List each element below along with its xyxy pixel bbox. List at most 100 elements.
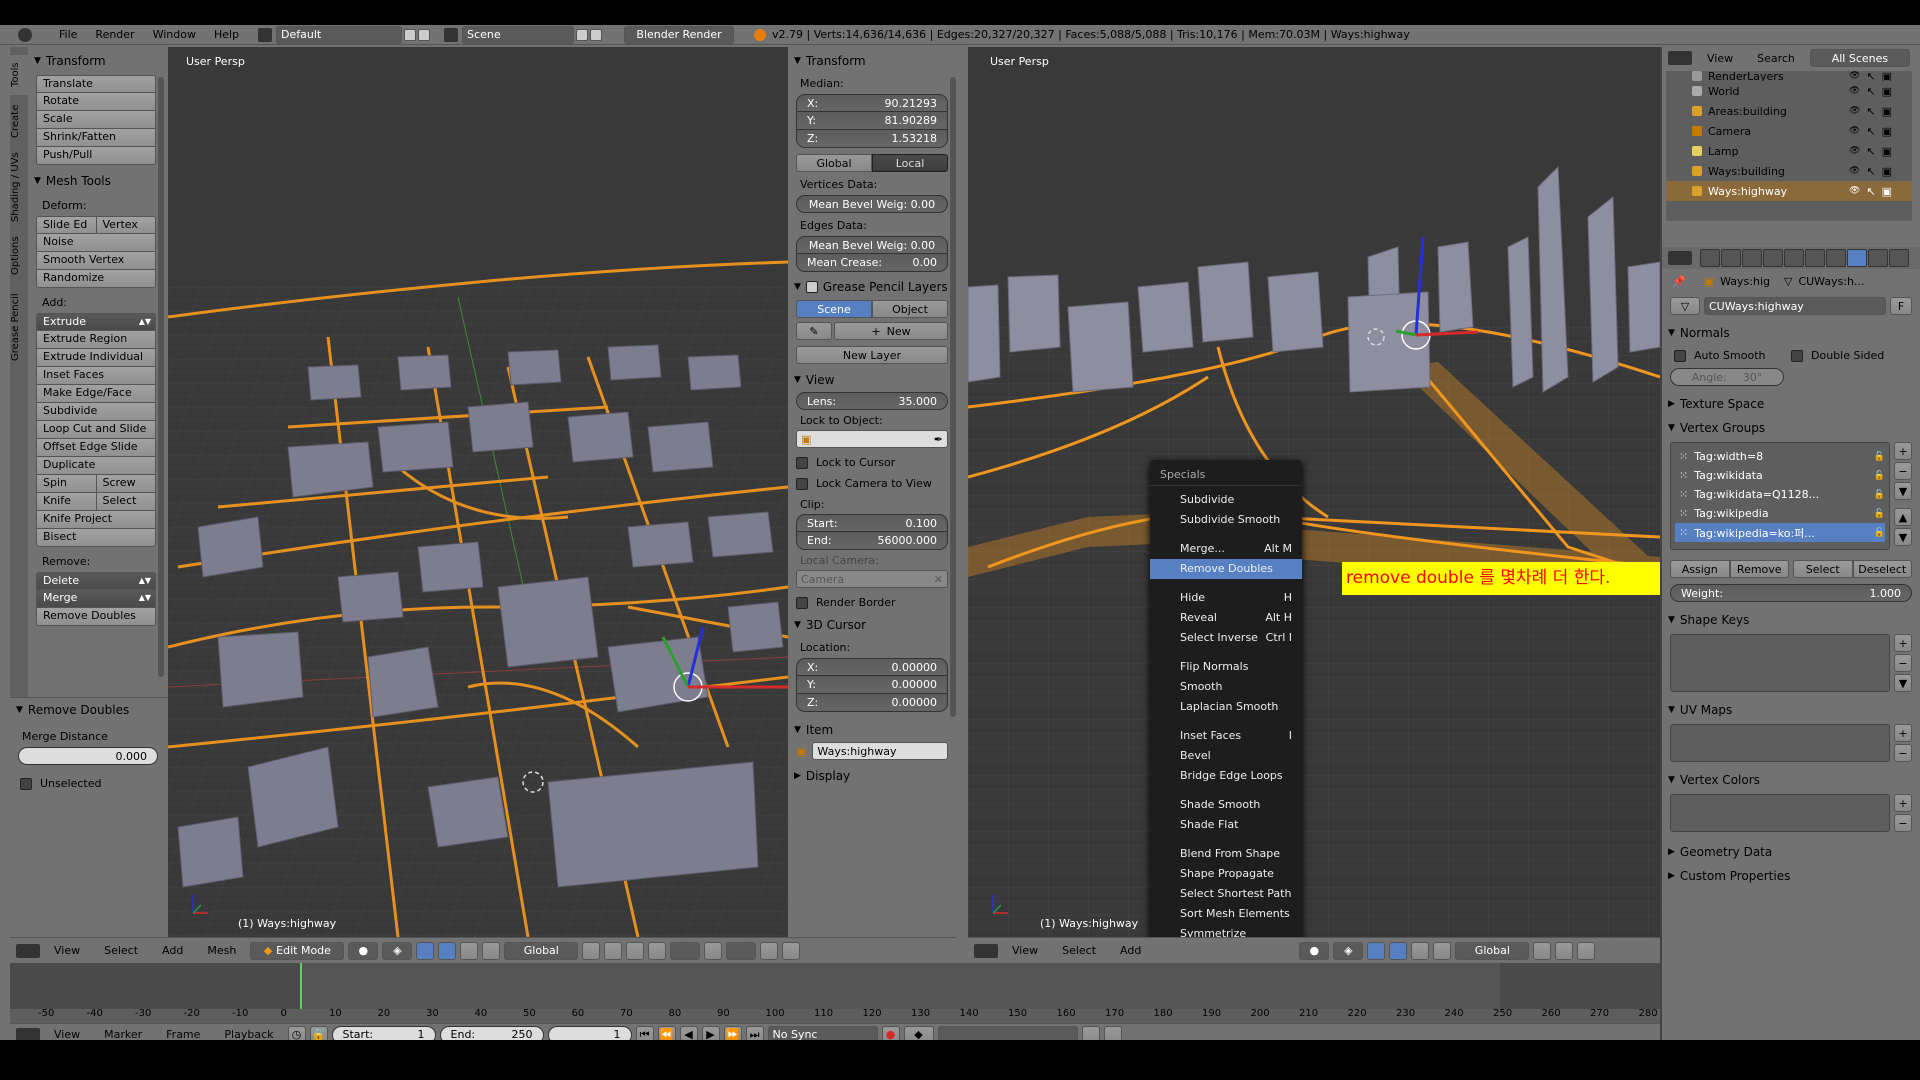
visibility-eye-icon[interactable]: 👁 (1849, 186, 1860, 196)
selectable-cursor-icon[interactable]: ↖ (1866, 125, 1875, 138)
gp-scene-toggle[interactable]: Scene (796, 300, 872, 318)
gp-object-toggle[interactable]: Object (872, 300, 948, 318)
viewport-right[interactable]: User Persp (1) Ways:highway remove doubl… (968, 47, 1660, 937)
renderable-camera-icon[interactable]: ▣ (1882, 105, 1892, 118)
face-select-mode[interactable] (1577, 941, 1596, 960)
menu-item-reveal[interactable]: Reveal Alt H (1150, 608, 1302, 628)
play-button[interactable]: ▶ (701, 1025, 720, 1040)
menu-item-hide[interactable]: Hide H (1150, 588, 1302, 608)
shape-key-specials-button[interactable]: ▼ (1894, 674, 1912, 692)
vertex-groups-list[interactable]: ⁙ Tag:width=8 🔓 ⁙ Tag:wikidata 🔓 ⁙ Tag:wikidata… (1670, 442, 1890, 550)
menu-item-select-shortest-path[interactable]: Select Shortest Path (1150, 884, 1302, 904)
jump-end-button[interactable]: ⏭ (745, 1025, 764, 1040)
assign-button[interactable]: Assign (1670, 560, 1730, 578)
insert-keyframe-button[interactable] (1081, 1025, 1100, 1040)
outliner-item[interactable]: Areas:building 👁 ↖ ▣ (1666, 101, 1912, 121)
make-edge-face-button[interactable]: Make Edge/Face (36, 385, 156, 403)
timeline[interactable]: -50 -40 -30 -20 -10 0 10 20 30 40 50 60 70 80 90 100 110… (10, 963, 1660, 1023)
bisect-button[interactable]: Bisect (36, 529, 156, 547)
median-y-field[interactable]: Y: 81.90289 (796, 112, 948, 130)
slide-edge-button[interactable]: Slide Ed (36, 216, 97, 234)
eyedropper-icon[interactable]: ✒ (934, 433, 943, 446)
extrude-dropdown[interactable]: Extrude ▲▼ (36, 313, 156, 331)
jump-start-button[interactable]: ⏮ (635, 1025, 654, 1040)
render-layers-tab-icon[interactable] (1721, 249, 1741, 267)
menu-item-select-inverse[interactable]: Select Inverse Ctrl I (1150, 628, 1302, 648)
orientation-selector[interactable]: Global (1455, 941, 1530, 960)
lock-to-cursor-checkbox[interactable]: Lock to Cursor (796, 456, 948, 469)
tab-create[interactable]: Create (10, 99, 28, 143)
outliner-editor-icon[interactable] (1668, 51, 1692, 65)
selectable-cursor-icon[interactable]: ↖ (1866, 85, 1875, 98)
current-frame-field[interactable]: 1 (547, 1025, 632, 1040)
menu-item-shape-propagate[interactable]: Shape Propagate (1150, 864, 1302, 884)
preview-range-toggle[interactable]: ◷ (287, 1025, 306, 1040)
scale-button[interactable]: Scale (36, 111, 156, 129)
lock-icon[interactable]: 🔓 (1874, 528, 1885, 538)
lock-frame-toggle[interactable]: 🔒 (309, 1025, 328, 1040)
selectable-cursor-icon[interactable]: ↖ (1866, 105, 1875, 118)
vertex-group-specials-button[interactable]: ▼ (1894, 482, 1912, 500)
double-sided-checkbox[interactable]: Double Sided (1791, 349, 1908, 362)
pin-icon[interactable]: 📌 (1672, 275, 1686, 288)
rotate-button[interactable]: Rotate (36, 93, 156, 111)
end-frame-field[interactable]: End: 250 (439, 1025, 544, 1040)
manipulator-toggle[interactable] (416, 941, 435, 960)
lock-icon[interactable]: 🔓 (1874, 490, 1885, 500)
screw-button[interactable]: Screw (96, 475, 156, 493)
breadcrumb-data[interactable]: CUWays:h... (1798, 275, 1864, 288)
visibility-eye-icon[interactable]: 👁 (1849, 106, 1860, 116)
vertex-group-item[interactable]: ⁙ Tag:width=8 🔓 (1675, 447, 1885, 466)
view-panel-header[interactable]: View (788, 370, 956, 390)
menu-item-bridge-edge-loops[interactable]: Bridge Edge Loops (1150, 766, 1302, 786)
close-icon[interactable]: ✕ (934, 573, 943, 586)
keying-mode-selector[interactable]: ◆ (903, 1025, 934, 1040)
item-panel-header[interactable]: Item (788, 720, 956, 740)
sync-mode-selector[interactable]: No Sync (767, 1025, 878, 1040)
duplicate-button[interactable]: Duplicate (36, 457, 156, 475)
manipulator-toggle[interactable] (1367, 941, 1386, 960)
add-vertex-group-button[interactable]: + (1894, 442, 1912, 460)
renderable-camera-icon[interactable]: ▣ (1882, 125, 1892, 138)
object-tab-icon[interactable] (1784, 249, 1804, 267)
start-frame-field[interactable]: Start: 1 (331, 1025, 436, 1040)
occlude-geometry-toggle[interactable] (648, 941, 667, 960)
renderable-camera-icon[interactable]: ▣ (1882, 145, 1892, 158)
unselected-checkbox[interactable]: Unselected (10, 765, 168, 790)
render-preview-button[interactable] (760, 941, 779, 960)
translate-manipulator[interactable] (1389, 941, 1408, 960)
texture-space-panel-header[interactable]: Texture Space (1662, 394, 1920, 414)
remove-vertex-color-button[interactable]: − (1894, 814, 1912, 832)
vertex-groups-panel-header[interactable]: Vertex Groups (1662, 418, 1920, 438)
remove-doubles-panel-header[interactable]: Remove Doubles (10, 700, 168, 720)
translate-button[interactable]: Translate (36, 75, 156, 93)
lock-icon[interactable]: 🔓 (1874, 509, 1885, 519)
vertex-colors-list[interactable] (1670, 794, 1890, 832)
menu-window[interactable]: Window (144, 28, 205, 41)
vertex-colors-panel-header[interactable]: Vertex Colors (1662, 770, 1920, 790)
menu-item-subdivide-smooth[interactable]: Subdivide Smooth (1150, 510, 1302, 530)
npanel-transform-header[interactable]: Transform (788, 51, 956, 71)
outliner-item[interactable]: Ways:building 👁 ↖ ▣ (1666, 161, 1912, 181)
texture-tab-icon[interactable] (1889, 249, 1909, 267)
translate-manipulator[interactable] (438, 941, 457, 960)
menu-item-smooth[interactable]: Smooth (1150, 677, 1302, 697)
viewport-shading-selector[interactable]: ● (1299, 941, 1330, 960)
menu-item-flip-normals[interactable]: Flip Normals (1150, 657, 1302, 677)
mesh-datablock-selector[interactable]: ▽ (1670, 297, 1700, 315)
median-z-field[interactable]: Z: 1.53218 (796, 130, 948, 148)
current-frame-indicator[interactable] (300, 963, 302, 1009)
add-shape-key-button[interactable]: + (1894, 634, 1912, 652)
offset-edge-slide-button[interactable]: Offset Edge Slide (36, 439, 156, 457)
menu-item-shade-flat[interactable]: Shade Flat (1150, 815, 1302, 835)
proportional-editing-selector[interactable] (670, 941, 701, 960)
toolshelf-scrollbar[interactable] (158, 77, 164, 677)
move-up-button[interactable]: ▲ (1894, 508, 1912, 526)
viewport-left[interactable]: User Persp (1) Ways:highway (168, 47, 788, 937)
noise-button[interactable]: Noise (36, 234, 156, 252)
rotate-manipulator[interactable] (1411, 941, 1430, 960)
clip-end-field[interactable]: End: 56000.000 (796, 532, 948, 550)
layout-grid-icon[interactable] (258, 27, 273, 42)
outliner-item[interactable]: World 👁 ↖ ▣ (1666, 81, 1912, 101)
tab-tools[interactable]: Tools (10, 55, 28, 95)
